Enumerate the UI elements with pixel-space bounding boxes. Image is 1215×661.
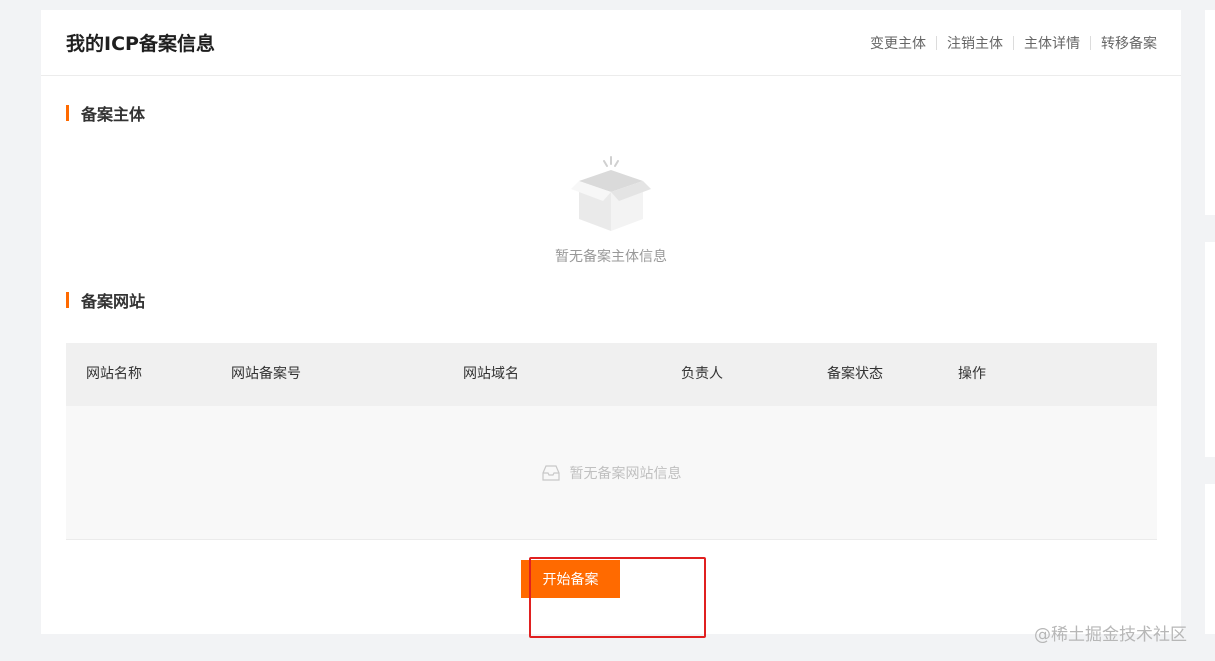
entity-section-title: 备案主体	[66, 101, 145, 125]
header-links: 变更主体 注销主体 主体详情 转移备案	[870, 33, 1157, 53]
website-section-label: 备案网站	[81, 292, 146, 311]
right-panel-block	[1205, 10, 1215, 215]
column-header-actions: 操作	[958, 366, 986, 382]
card-header: 我的ICP备案信息 变更主体 注销主体 主体详情 转移备案	[41, 10, 1181, 76]
entity-empty-text: 暂无备案主体信息	[555, 249, 667, 265]
icp-info-card: 我的ICP备案信息 变更主体 注销主体 主体详情 转移备案 备案主体 暂无备案主…	[41, 10, 1181, 634]
highlight-box	[529, 557, 706, 638]
open-box-icon	[571, 156, 651, 231]
watermark: @稀土掘金技术社区	[1034, 625, 1187, 645]
cancel-entity-link[interactable]: 注销主体	[947, 33, 1003, 53]
link-divider	[936, 35, 937, 50]
right-panel-block	[1205, 242, 1215, 457]
right-panel-block	[1205, 484, 1215, 634]
column-header-domain: 网站域名	[463, 366, 519, 382]
right-panel-edge	[1205, 0, 1215, 661]
link-divider	[1013, 35, 1014, 50]
column-header-owner: 负责人	[681, 366, 723, 382]
column-header-site-name: 网站名称	[86, 366, 142, 382]
website-section-title: 备案网站	[66, 288, 145, 312]
section-accent-bar	[66, 105, 69, 121]
website-table: 网站名称 网站备案号 网站域名 负责人 备案状态 操作 暂无备案网站信息	[66, 343, 1157, 540]
entity-empty-state: 暂无备案主体信息	[41, 155, 1181, 266]
website-empty-state: 暂无备案网站信息	[541, 463, 682, 483]
table-header: 网站名称 网站备案号 网站域名 负责人 备案状态 操作	[66, 343, 1157, 406]
tray-icon	[541, 464, 560, 481]
link-divider	[1090, 35, 1091, 50]
column-header-filing-number: 网站备案号	[231, 366, 301, 382]
table-body-empty: 暂无备案网站信息	[66, 406, 1157, 540]
transfer-filing-link[interactable]: 转移备案	[1101, 33, 1157, 53]
entity-details-link[interactable]: 主体详情	[1024, 33, 1080, 53]
change-entity-link[interactable]: 变更主体	[870, 33, 926, 53]
section-accent-bar	[66, 292, 69, 308]
website-empty-text: 暂无备案网站信息	[569, 465, 682, 482]
entity-section-label: 备案主体	[81, 105, 146, 124]
page-title: 我的ICP备案信息	[66, 33, 215, 55]
column-header-status: 备案状态	[827, 366, 883, 382]
